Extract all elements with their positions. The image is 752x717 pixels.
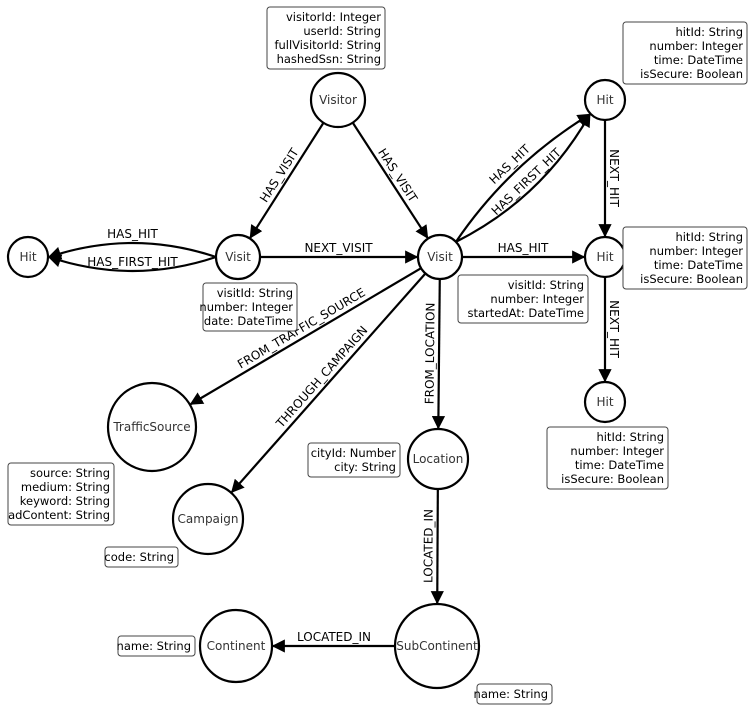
node-label: TrafficSource xyxy=(112,420,190,434)
property-line: hitId: String xyxy=(675,25,743,39)
properties-box-trafficSource: source: Stringmedium: Stringkeyword: Str… xyxy=(7,462,115,526)
node-visit2[interactable]: Visit xyxy=(416,233,464,281)
property-line: isSecure: Boolean xyxy=(561,472,664,486)
relationship-label: LOCATED_IN xyxy=(297,630,371,644)
relationship-located-in: LOCATED_IN xyxy=(271,630,395,653)
property-line: visitId: String xyxy=(217,286,293,300)
properties-box-visit1: visitId: Stringnumber: Integerdate: Date… xyxy=(199,282,298,332)
node-label: Hit xyxy=(596,93,613,107)
property-line: hitId: String xyxy=(675,230,743,244)
node-label: Hit xyxy=(19,250,36,264)
property-line: number: Integer xyxy=(490,292,584,306)
node-label: Continent xyxy=(207,639,266,653)
relationship-label: FROM_LOCATION xyxy=(423,302,438,404)
properties-box-subContinent: name: String xyxy=(474,683,553,705)
properties-box-hit3: hitId: Stringnumber: Integertime: DateTi… xyxy=(546,426,669,490)
node-label: Campaign xyxy=(178,512,239,526)
relationship-label: LOCATED_IN xyxy=(421,509,435,583)
relationship-arrow xyxy=(430,488,444,605)
property-line: fullVisitorId: String xyxy=(274,38,381,52)
property-line: code: String xyxy=(104,550,174,564)
relationship-located-in: LOCATED_IN xyxy=(421,488,444,605)
property-line: number: Integer xyxy=(649,244,743,258)
relationship-next-hit: NEXT_HIT xyxy=(598,277,621,383)
relationship-label: HAS_HIT xyxy=(498,241,549,255)
properties-box-location: cityId: Numbercity: String xyxy=(307,442,401,478)
property-line: hashedSsn: String xyxy=(277,52,381,66)
relationship-label: NEXT_HIT xyxy=(607,149,621,207)
node-label: Visit xyxy=(427,250,453,264)
relationship-from-location: FROM_LOCATION xyxy=(423,278,446,430)
relationship-label: HAS_HIT xyxy=(107,227,158,241)
property-line: isSecure: Boolean xyxy=(640,272,743,286)
property-line: cityId: Number xyxy=(311,446,397,460)
property-line: startedAt: DateTime xyxy=(468,306,585,320)
property-line: hitId: String xyxy=(596,430,664,444)
node-label: Visit xyxy=(225,250,251,264)
relationship-label: NEXT_HIT xyxy=(607,300,621,358)
node-subContinent[interactable]: SubContinent xyxy=(393,602,481,690)
node-visit1[interactable]: Visit xyxy=(214,233,262,281)
relationship-has-visit: HAS_VISIT xyxy=(249,122,325,239)
relationship-has-first-hit: HAS_FIRST_HIT xyxy=(455,113,591,243)
graph-data-model-diagram: HAS_VISIT HAS_VISIT NEXT_VISIT HAS_FIRST_HI… xyxy=(6,6,748,705)
property-line: number: Integer xyxy=(199,300,293,314)
node-hitL[interactable]: Hit xyxy=(6,235,50,279)
property-line: city: String xyxy=(334,460,396,474)
relationship-next-hit: NEXT_HIT xyxy=(598,120,621,238)
properties-box-hit1: hitId: Stringnumber: Integertime: DateTi… xyxy=(622,21,748,85)
relationship-label: HAS_VISIT xyxy=(375,146,420,205)
property-line: name: String xyxy=(474,687,548,701)
node-trafficSource[interactable]: TrafficSource xyxy=(106,381,198,473)
node-label: Hit xyxy=(596,250,613,264)
node-continent[interactable]: Continent xyxy=(198,608,274,684)
node-label: Hit xyxy=(596,395,613,409)
property-line: number: Integer xyxy=(570,444,664,458)
relationship-has-first-hit: HAS_FIRST_HIT xyxy=(47,254,217,273)
properties-box-continent: name: String xyxy=(117,635,196,657)
property-line: time: DateTime xyxy=(654,258,743,272)
properties-box-hit2: hitId: Stringnumber: Integertime: DateTi… xyxy=(622,226,748,290)
relationship-has-hit: HAS_HIT xyxy=(47,227,217,260)
property-line: date: DateTime xyxy=(204,314,293,328)
properties-layer: visitorId: IntegeruserId: StringfullVisi… xyxy=(7,6,748,705)
node-label: Visitor xyxy=(319,93,357,107)
relationship-next-visit: NEXT_VISIT xyxy=(260,241,419,264)
property-line: time: DateTime xyxy=(575,458,664,472)
relationship-arrow xyxy=(249,122,325,239)
property-line: visitId: String xyxy=(508,278,584,292)
property-line: adContent: String xyxy=(8,508,110,522)
property-line: name: String xyxy=(117,639,191,653)
property-line: number: Integer xyxy=(649,39,743,53)
property-line: userId: String xyxy=(303,24,381,38)
property-line: medium: String xyxy=(21,480,110,494)
property-line: source: String xyxy=(30,466,110,480)
node-hit2[interactable]: Hit xyxy=(583,235,627,279)
properties-box-visit2: visitId: Stringnumber: IntegerstartedAt:… xyxy=(457,274,589,324)
relationship-label: HAS_FIRST_HIT xyxy=(87,255,178,269)
property-line: time: DateTime xyxy=(654,53,743,67)
relationship-has-visit: HAS_VISIT xyxy=(351,122,429,239)
relationship-label: NEXT_VISIT xyxy=(304,241,373,255)
relationship-has-hit: HAS_HIT xyxy=(462,241,586,264)
node-hit1[interactable]: Hit xyxy=(583,78,627,122)
property-line: keyword: String xyxy=(20,494,110,508)
property-line: visitorId: Integer xyxy=(286,10,381,24)
property-line: isSecure: Boolean xyxy=(640,67,743,81)
node-campaign[interactable]: Campaign xyxy=(171,482,245,556)
node-location[interactable]: Location xyxy=(406,427,470,491)
node-label: SubContinent xyxy=(396,639,478,653)
relationship-arrow xyxy=(351,122,429,239)
node-label: Location xyxy=(413,452,464,466)
relationship-arrow xyxy=(431,278,446,430)
node-hit3[interactable]: Hit xyxy=(583,380,627,424)
properties-box-campaign: code: String xyxy=(104,546,179,568)
properties-box-visitor: visitorId: IntegeruserId: StringfullVisi… xyxy=(266,6,386,70)
relationship-label: HAS_VISIT xyxy=(257,145,302,205)
node-visitor[interactable]: Visitor xyxy=(309,71,367,129)
